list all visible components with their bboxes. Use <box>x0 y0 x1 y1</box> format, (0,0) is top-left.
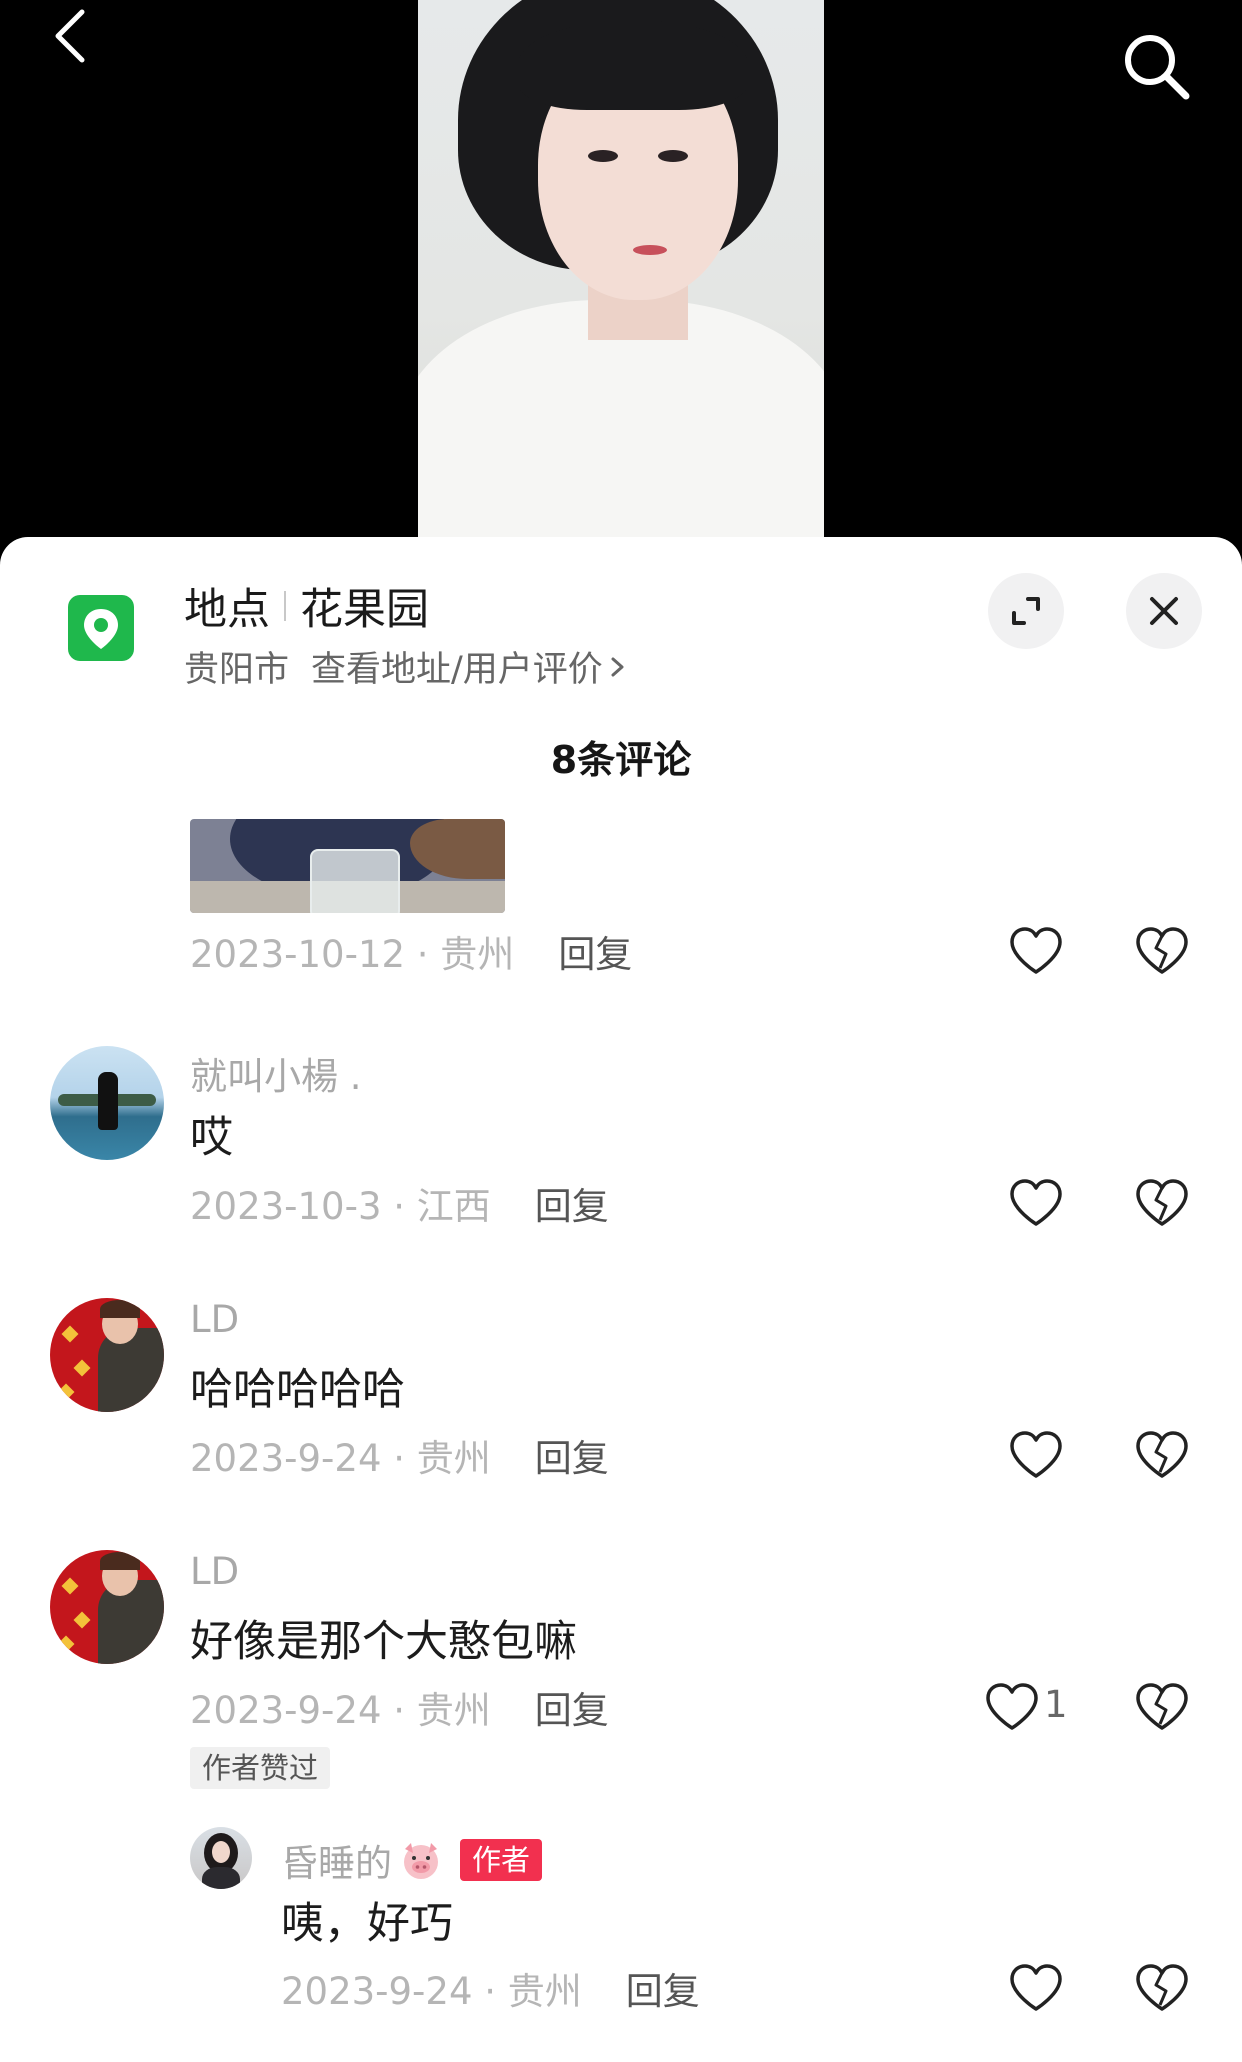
comment-image[interactable] <box>190 819 505 913</box>
location-city: 贵阳市 <box>184 650 290 690</box>
expand-icon <box>1012 597 1040 625</box>
comment-text: 好像是那个大憨包嘛 <box>190 1617 577 1667</box>
avatar[interactable] <box>190 1827 252 1889</box>
comment-date-location: 2023-9-24 · 贵州 <box>190 1437 491 1480</box>
map-pin-icon <box>68 595 134 661</box>
reply-button[interactable]: 回复 <box>558 924 632 978</box>
location-title[interactable]: 地点 花果园 <box>184 575 429 637</box>
comment-meta: 2023-10-12 · 贵州 回复 <box>190 926 632 976</box>
chevron-left-icon[interactable] <box>48 6 92 66</box>
reply-button[interactable]: 回复 <box>535 1176 609 1230</box>
comment-date-location: 2023-9-24 · 贵州 <box>281 1970 582 2013</box>
heart-icon[interactable] <box>1006 1176 1066 1230</box>
comment-username[interactable]: LD <box>190 1298 239 1341</box>
broken-heart-icon[interactable] <box>1132 924 1192 978</box>
comment-text: 哎 <box>190 1113 233 1163</box>
comment-username[interactable]: 昏睡的 <box>281 1833 392 1887</box>
location-name: 花果园 <box>300 585 429 635</box>
like-count: 1 <box>1044 1683 1068 1726</box>
comment-meta: 2023-10-3 · 江西 回复 <box>190 1178 609 1228</box>
reply-name-row: 昏睡的 作者 <box>281 1833 543 1887</box>
divider <box>284 591 286 621</box>
avatar[interactable] <box>50 1298 164 1412</box>
comment-date-location: 2023-9-24 · 贵州 <box>190 1689 491 1732</box>
reply-text: 咦，好巧 <box>281 1899 453 1949</box>
heart-icon[interactable] <box>1006 1428 1066 1482</box>
location-label: 地点 <box>184 585 270 635</box>
reply-button[interactable]: 回复 <box>535 1428 609 1482</box>
comment-meta: 2023-9-24 · 贵州 回复 <box>281 1963 700 2013</box>
search-icon[interactable] <box>1118 28 1194 104</box>
avatar[interactable] <box>50 1550 164 1664</box>
location-subtitle[interactable]: 贵阳市 查看地址/用户评价 <box>184 641 627 692</box>
reply-button[interactable]: 回复 <box>535 1680 609 1734</box>
comment-meta: 2023-9-24 · 贵州 回复 <box>190 1682 609 1732</box>
comment-date-location: 2023-10-12 · 贵州 <box>190 933 515 976</box>
broken-heart-icon[interactable] <box>1132 1680 1192 1734</box>
close-icon <box>1150 597 1178 625</box>
comment-username[interactable]: LD <box>190 1550 239 1593</box>
video-frame <box>418 0 824 560</box>
broken-heart-icon[interactable] <box>1132 1176 1192 1230</box>
view-address-link[interactable]: 查看地址/用户评价 <box>311 641 603 692</box>
comment-date-location: 2023-10-3 · 江西 <box>190 1185 491 1228</box>
comment-sheet: 地点 花果园 贵阳市 查看地址/用户评价 8条评论 2023-10-12 · 贵… <box>0 537 1242 2062</box>
author-liked-badge: 作者赞过 <box>190 1747 331 1789</box>
pig-emoji-icon <box>404 1843 438 1879</box>
comment-username[interactable]: 就叫小楊 . <box>190 1046 362 1100</box>
broken-heart-icon[interactable] <box>1132 1428 1192 1482</box>
avatar[interactable] <box>50 1046 164 1160</box>
close-button[interactable] <box>1126 573 1202 649</box>
comment-text: 哈哈哈哈哈 <box>190 1365 405 1415</box>
chevron-right-icon <box>611 657 624 676</box>
comment-count: 8条评论 <box>550 738 692 782</box>
author-badge: 作者 <box>460 1839 543 1881</box>
expand-button[interactable] <box>988 573 1064 649</box>
video-player[interactable] <box>0 0 1242 560</box>
heart-icon[interactable] <box>1006 924 1066 978</box>
reply-button[interactable]: 回复 <box>626 1961 700 2015</box>
comment-meta: 2023-9-24 · 贵州 回复 <box>190 1430 609 1480</box>
heart-icon[interactable] <box>982 1680 1042 1734</box>
heart-icon[interactable] <box>1006 1961 1066 2015</box>
broken-heart-icon[interactable] <box>1132 1961 1192 2015</box>
